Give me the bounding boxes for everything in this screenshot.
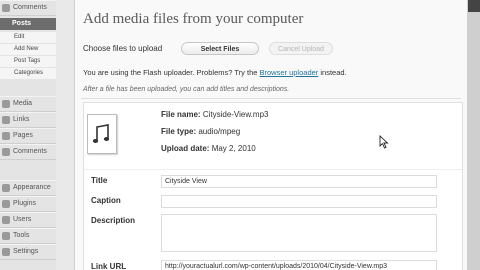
file-name-row: File name: Cityside-View.mp3 <box>161 110 269 119</box>
users-icon <box>2 216 10 224</box>
select-files-button[interactable]: Select Files <box>181 42 259 55</box>
flash-uploader-notice: You are using the Flash uploader. Proble… <box>83 68 347 77</box>
media-upload-dialog: Add media files from your computer Choos… <box>74 0 468 270</box>
row-divider <box>84 169 462 170</box>
caption-label: Caption <box>91 196 121 205</box>
page-edge <box>468 0 480 270</box>
tools-icon <box>2 232 10 240</box>
sidebar-item-settings[interactable]: Settings <box>0 244 56 260</box>
upload-date-row: Upload date: May 2, 2010 <box>161 144 256 153</box>
audio-file-icon <box>87 114 117 154</box>
cancel-upload-button[interactable]: Cancel Upload <box>269 42 333 55</box>
sidebar-item-users[interactable]: Users <box>0 212 56 228</box>
sidebar-subitem-add-new[interactable]: Add New <box>0 44 56 55</box>
description-textarea[interactable] <box>161 214 437 252</box>
sidebar-item-comments[interactable]: Comments <box>0 144 56 160</box>
sidebar-subitem-categories[interactable]: Categories <box>0 68 56 79</box>
sidebar-subitem-edit[interactable]: Edit <box>0 32 56 43</box>
link-url-label: Link URL <box>91 262 127 270</box>
choose-files-label: Choose files to upload <box>83 44 163 53</box>
pages-icon <box>2 132 10 140</box>
settings-icon <box>2 248 10 256</box>
sidebar-item-appearance[interactable]: Appearance <box>0 180 56 196</box>
media-icon <box>2 100 10 108</box>
comments-icon <box>2 148 10 156</box>
caption-input[interactable] <box>161 195 437 208</box>
admin-sidebar: Comments Posts Edit Add New Post Tags Ca… <box>0 0 56 270</box>
sidebar-item-posts[interactable]: Posts <box>0 18 56 30</box>
sidebar-item-plugins[interactable]: Plugins <box>0 196 56 212</box>
file-type-row: File type: audio/mpeg <box>161 127 241 136</box>
appearance-icon <box>2 184 10 192</box>
dialog-title: Add media files from your computer <box>83 11 304 27</box>
after-upload-note: After a file has been uploaded, you can … <box>83 86 290 93</box>
sidebar-item-tools[interactable]: Tools <box>0 228 56 244</box>
link-url-input[interactable]: http://youractualurl.com/wp-content/uplo… <box>161 260 437 270</box>
sidebar-subitem-post-tags[interactable]: Post Tags <box>0 56 56 67</box>
sidebar-item-media[interactable]: Media <box>0 96 56 112</box>
divider <box>81 98 461 99</box>
title-label: Title <box>91 176 108 185</box>
mouse-pointer-icon <box>379 135 389 149</box>
title-input[interactable]: Cityside View <box>161 175 437 188</box>
links-icon <box>2 116 10 124</box>
comments-icon <box>2 4 10 12</box>
description-label: Description <box>91 216 136 225</box>
browser-uploader-link[interactable]: Browser uploader <box>260 68 319 77</box>
sidebar-item-links[interactable]: Links <box>0 112 56 128</box>
sidebar-item-comments-top[interactable]: Comments <box>0 0 56 16</box>
plugins-icon <box>2 200 10 208</box>
sidebar-item-pages[interactable]: Pages <box>0 128 56 144</box>
